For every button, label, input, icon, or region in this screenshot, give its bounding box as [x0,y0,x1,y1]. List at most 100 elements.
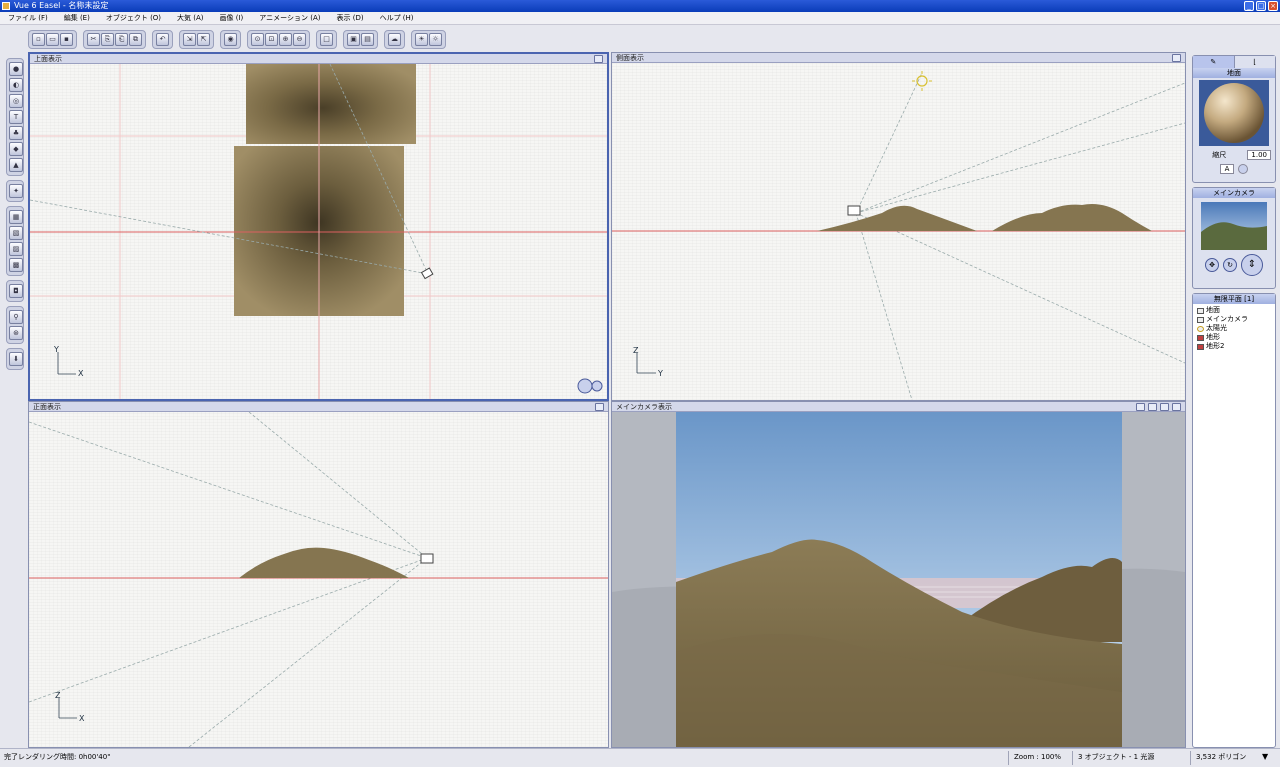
cloud-icon[interactable]: ☁ [388,32,401,46]
camera-pan-icon[interactable]: ✥ [1205,258,1219,272]
viewport-front[interactable]: 正面表示 Z X [28,401,609,748]
menu-edit[interactable]: 編集 (E) [56,12,98,24]
menu-object[interactable]: オブジェクト (O) [98,12,169,24]
render-options-icon[interactable] [1160,403,1169,411]
terrain-2-side[interactable] [992,204,1152,231]
metablob-tool-icon[interactable]: ▨ [9,242,23,256]
viewport-side[interactable]: 側面表示 Z Y [611,52,1186,401]
duplicate-icon[interactable]: ⧉ [129,32,142,46]
material-icon[interactable]: ◉ [224,32,237,46]
plant-tool-icon[interactable]: ♣ [9,126,23,140]
viewport-top-canvas[interactable]: Y X [30,64,607,399]
export-icon[interactable]: ⇱ [197,32,210,46]
status-dropdown-icon[interactable]: ▼ [1262,749,1268,765]
vue-easel-window: Vue 6 Easel - 名称未設定 _ □ × ファイル (F) 編集 (E… [0,0,1280,767]
render-preview-icon[interactable] [1136,403,1145,411]
aspect-tab-icon[interactable]: ⌊ [1234,56,1275,68]
torus-tool-icon[interactable]: ◎ [9,94,23,108]
save-icon[interactable]: ▪ [60,32,73,46]
menu-file[interactable]: ファイル (F) [0,12,56,24]
navigation-gizmo-icon[interactable] [577,378,593,394]
scale-field[interactable]: 1.00 [1247,150,1271,160]
maximize-viewport-icon[interactable] [595,403,604,411]
import-icon[interactable]: ⇲ [183,32,196,46]
terrain-tool-icon[interactable]: ▲ [9,158,23,172]
list-item[interactable]: メインカメラ [1197,315,1271,324]
camera-rotate-icon[interactable]: ↻ [1223,258,1237,272]
atmosphere-editor-icon[interactable]: ☼ [429,32,442,46]
material-preview-sphere[interactable] [1193,78,1275,148]
link-tool-icon[interactable]: ⚲ [9,310,23,324]
menu-animation[interactable]: アニメーション (A) [251,12,328,24]
polygon-count-status: 3,532 ポリゴン [1196,753,1247,761]
maximize-viewport-icon[interactable] [1172,54,1181,62]
render-area-icon[interactable] [1148,403,1157,411]
viewport-camera-title: メインカメラ表示 [616,403,672,411]
zoom-in-icon[interactable]: ⊕ [279,32,292,46]
copy-icon[interactable]: ⎘ [101,32,114,46]
terrain-front[interactable] [239,547,409,578]
viewport-camera[interactable]: メインカメラ表示 [611,401,1186,748]
render-area-icon[interactable]: ▤ [361,32,374,46]
cylinder-tool-icon[interactable]: ◐ [9,78,23,92]
plane-icon [1197,307,1204,314]
light-tool-icon[interactable]: ✦ [9,184,23,198]
front-view-scene: Z X [29,412,608,747]
zoom-frame-icon[interactable]: ⊡ [265,32,278,46]
minimize-button[interactable]: _ [1244,1,1254,11]
render-icon[interactable]: ▣ [347,32,360,46]
menu-image[interactable]: 画像 (I) [212,12,252,24]
status-bar: 完了レンダリング時間: 0h00'40" Zoom : 100% 3 オブジェク… [0,748,1280,767]
maximize-viewport-icon[interactable] [594,55,603,63]
maximize-viewport-icon[interactable] [1172,403,1181,411]
drop-tool-icon[interactable]: ⬇ [9,352,23,366]
list-item[interactable]: 地形2 [1197,342,1271,351]
sun-light-icon[interactable] [912,71,932,91]
maximize-button[interactable]: □ [1256,1,1266,11]
menu-atmosphere[interactable]: 大気 (A) [169,12,211,24]
list-item-label: 地面 [1206,306,1220,314]
layout-icon[interactable]: □ [320,32,333,46]
title-bar: Vue 6 Easel - 名称未設定 _ □ × [0,0,1280,12]
terrain-2-top[interactable] [246,64,416,144]
undo-icon[interactable]: ↶ [156,32,169,46]
zoom-fit-icon[interactable]: ⊙ [251,32,264,46]
menu-help[interactable]: ヘルプ (H) [372,12,422,24]
paste-icon[interactable]: ⎗ [115,32,128,46]
camera-object-front[interactable] [420,553,434,564]
viewport-camera-canvas[interactable] [612,412,1185,747]
viewport-side-canvas[interactable]: Z Y [612,63,1185,400]
viewport-top[interactable]: 上面表示 Y X [28,52,609,401]
menu-display[interactable]: 表示 (D) [329,12,372,24]
side-axis-y: Y [657,369,663,378]
camera-object-top[interactable] [420,267,434,280]
open-icon[interactable]: ▭ [46,32,59,46]
list-item[interactable]: 地形 [1197,333,1271,342]
material-edit-icon[interactable]: A [1220,164,1234,174]
zoom-out-icon[interactable]: ⊖ [293,32,306,46]
camera-dolly-icon[interactable]: ⇕ [1241,254,1263,276]
target-tool-icon[interactable]: ⊛ [9,326,23,340]
text-tool-icon[interactable]: T [9,110,23,124]
terrain-side[interactable] [817,205,977,231]
cut-icon[interactable]: ✂ [87,32,100,46]
group-tool-icon[interactable]: ▦ [9,210,23,224]
new-icon[interactable]: ▫ [32,32,45,46]
atmosphere-icon[interactable]: ☀ [415,32,428,46]
camera-thumbnail[interactable] [1193,198,1275,254]
lock-tool-icon[interactable]: ▩ [9,258,23,272]
rock-tool-icon[interactable]: ◆ [9,142,23,156]
close-button[interactable]: × [1268,1,1278,11]
app-icon [2,2,10,10]
right-panel: ✎ ⌊ 地面 縮尺 1.00 A メインカメラ ✥ ↻ ⇕ 無限平面 [1] 地… [1190,55,1278,748]
camera-object-side[interactable] [847,205,861,216]
list-item[interactable]: 地面 [1197,306,1271,315]
object-tab-icon[interactable]: ✎ [1193,56,1235,68]
menu-bar: ファイル (F) 編集 (E) オブジェクト (O) 大気 (A) 画像 (I)… [0,12,1280,25]
boolean-tool-icon[interactable]: ▧ [9,226,23,240]
material-dropdown-icon[interactable] [1238,164,1248,174]
viewport-front-canvas[interactable]: Z X [29,412,608,747]
camera-tool-icon[interactable]: ◘ [9,284,23,298]
list-item[interactable]: 太陽光 [1197,324,1271,333]
sphere-tool-icon[interactable]: ● [9,62,23,76]
